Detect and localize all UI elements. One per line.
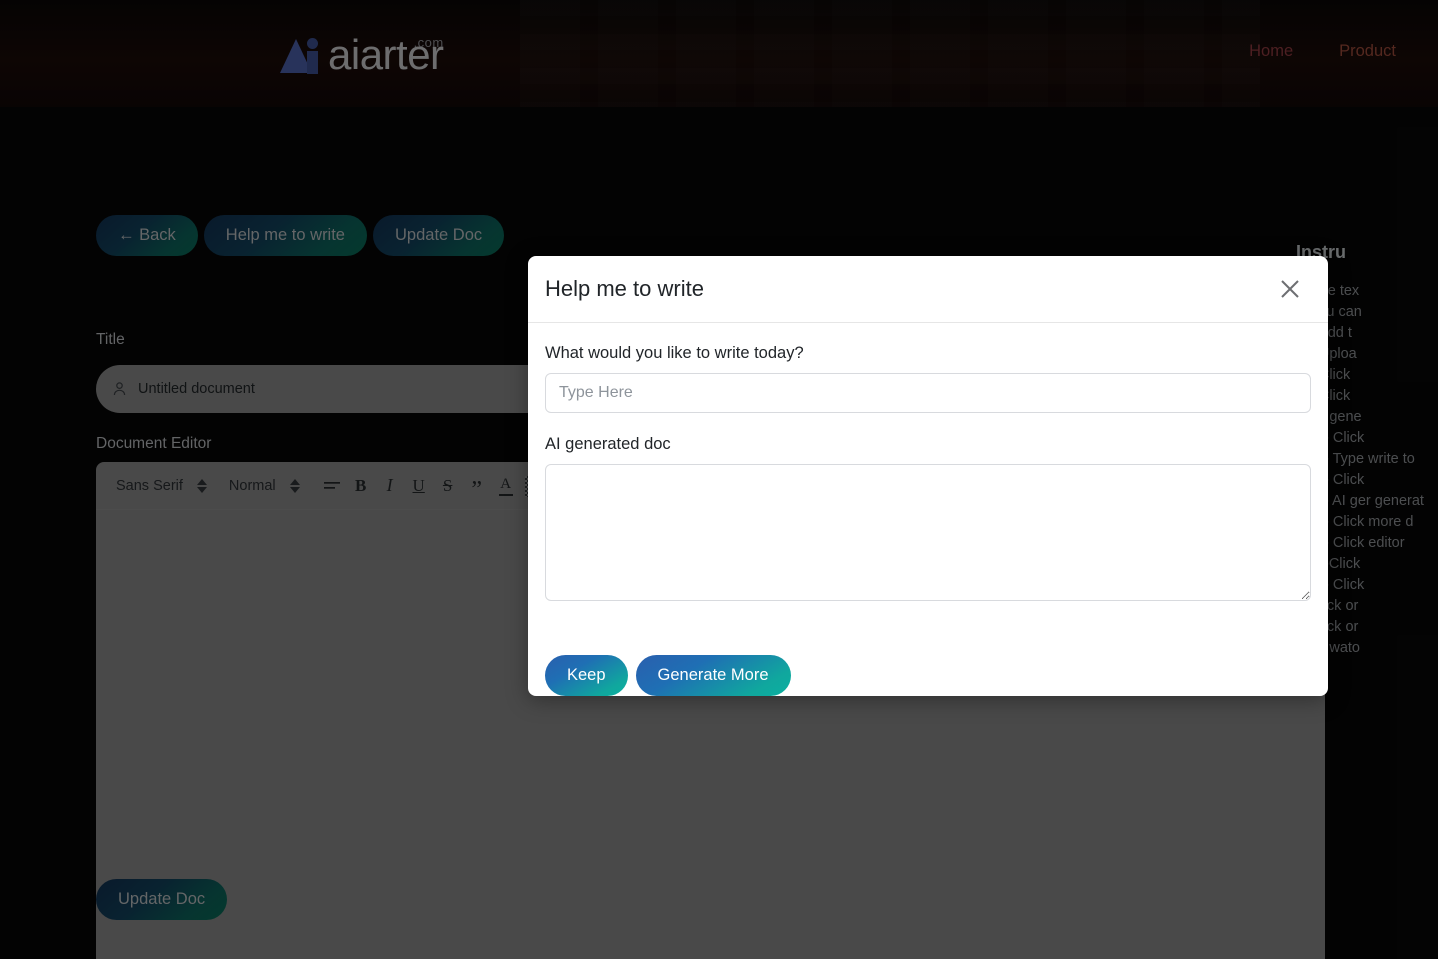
ai-generated-doc-textarea[interactable]: [545, 464, 1311, 601]
generate-more-button[interactable]: Generate More: [635, 654, 791, 696]
modal-actions: Keep Generate More: [528, 631, 1328, 696]
modal-title: Help me to write: [545, 276, 704, 301]
modal-header: Help me to write: [528, 256, 1328, 323]
modal-body: What would you like to write today? AI g…: [528, 323, 1328, 631]
close-icon[interactable]: [1277, 276, 1303, 302]
prompt-input[interactable]: [545, 373, 1311, 413]
keep-button[interactable]: Keep: [545, 654, 628, 696]
ai-generated-doc-label: AI generated doc: [545, 435, 671, 453]
prompt-label: What would you like to write today?: [545, 344, 804, 362]
help-me-to-write-modal: Help me to write What would you like to …: [528, 256, 1328, 696]
app-root: aiarter .com Home Product ← Back Help me…: [0, 0, 1438, 959]
close-glyph: [1281, 280, 1299, 298]
